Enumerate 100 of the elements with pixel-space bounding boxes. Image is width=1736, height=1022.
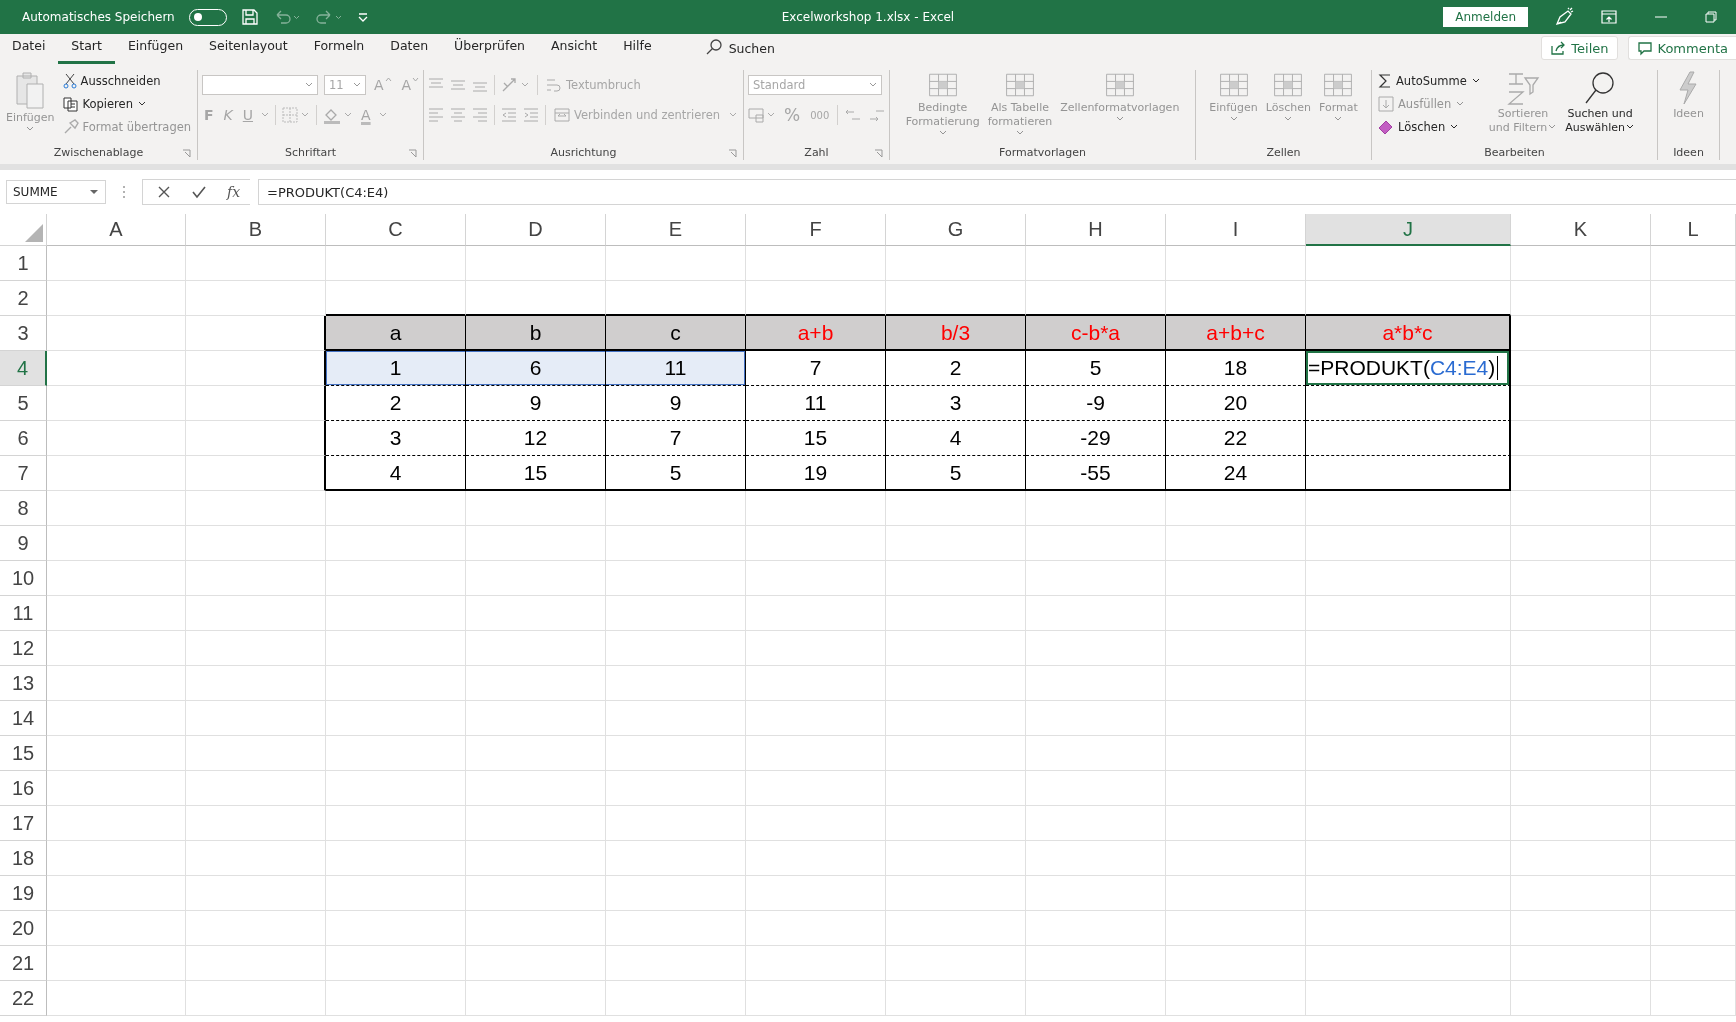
row-header[interactable]: 19 xyxy=(0,876,47,911)
column-header[interactable]: C xyxy=(326,214,466,246)
table-cell: 2 xyxy=(326,386,466,421)
row-header[interactable]: 18 xyxy=(0,841,47,876)
table-cell: 15 xyxy=(466,456,606,491)
table-cell: 5 xyxy=(1026,351,1166,386)
group-label: Formatvorlagen xyxy=(998,145,1086,159)
table-cell: -9 xyxy=(1026,386,1166,421)
ribbon-button[interactable]: Löschen xyxy=(1376,116,1483,137)
row-header[interactable]: 20 xyxy=(0,911,47,946)
row-header[interactable]: 5 xyxy=(0,386,47,421)
row-header[interactable]: 12 xyxy=(0,631,47,666)
row-header[interactable]: 10 xyxy=(0,561,47,596)
save-icon[interactable] xyxy=(240,8,259,26)
header-cell: b/3 xyxy=(886,316,1026,351)
caret-icon xyxy=(869,82,877,88)
row-header[interactable]: 14 xyxy=(0,701,47,736)
comment-icon xyxy=(1636,40,1653,56)
formula-field[interactable]: =PRODUKT(C4:E4) xyxy=(258,179,1736,205)
name-box[interactable]: SUMME xyxy=(6,180,106,204)
autosave-label: Automatisches Speichern xyxy=(22,10,175,24)
row-header[interactable]: 16 xyxy=(0,771,47,806)
group-label: Zwischenablage xyxy=(53,145,144,159)
caret-icon xyxy=(1229,116,1238,122)
check-icon[interactable] xyxy=(191,185,207,199)
cancel-icon[interactable] xyxy=(157,185,171,199)
column-header[interactable]: I xyxy=(1166,214,1306,246)
caret-icon xyxy=(353,82,361,88)
row-header[interactable]: 11 xyxy=(0,596,47,631)
row-header[interactable]: 4 xyxy=(0,351,47,386)
caret-icon xyxy=(305,82,313,88)
column-header[interactable]: G xyxy=(886,214,1026,246)
table-cell: 5 xyxy=(606,456,746,491)
caret-icon xyxy=(1284,116,1293,122)
column-header[interactable]: L xyxy=(1651,214,1736,246)
window-title: Excelworkshop 1.xlsx - Excel xyxy=(781,10,955,24)
ribbon-tab[interactable]: Hilfe xyxy=(610,36,665,64)
share-button[interactable]: Teilen xyxy=(1541,36,1618,60)
header-cell: a+b+c xyxy=(1166,316,1306,351)
ribbon-tab[interactable]: Ansicht xyxy=(538,36,611,64)
redo-icon[interactable] xyxy=(314,8,343,26)
row-header[interactable]: 7 xyxy=(0,456,47,491)
header-cell: b xyxy=(466,316,606,351)
group-label: Zellen xyxy=(1266,145,1301,159)
cut-button[interactable]: Ausschneiden xyxy=(60,70,194,91)
eraser-icon xyxy=(1378,118,1394,135)
editing-cell[interactable]: =PRODUKT(C4:E4) xyxy=(1306,351,1511,386)
row-header[interactable]: 6 xyxy=(0,421,47,456)
caret-icon xyxy=(136,99,147,108)
ribbon-button[interactable]: Suchen und Auswählen xyxy=(1563,70,1637,135)
row-header[interactable]: 1 xyxy=(0,246,47,281)
group-label: Schriftart xyxy=(284,145,337,159)
pen-icon[interactable] xyxy=(1554,7,1574,27)
group-label: Bearbeiten xyxy=(1484,145,1545,159)
table-cell: 2 xyxy=(886,351,1026,386)
scissors-icon xyxy=(62,72,77,89)
insert-function-button[interactable]: fx xyxy=(227,184,241,200)
column-header[interactable]: F xyxy=(746,214,886,246)
caret-icon xyxy=(1470,76,1481,85)
group-label: Ausrichtung xyxy=(550,145,617,159)
table-cell: 4 xyxy=(886,421,1026,456)
ribbon-display-icon[interactable] xyxy=(1600,9,1618,25)
ribbon-tab[interactable]: Daten xyxy=(377,36,442,64)
row-header[interactable]: 2 xyxy=(0,281,47,316)
more-options-icon[interactable] xyxy=(122,185,126,199)
column-header[interactable]: E xyxy=(606,214,746,246)
search-icon[interactable] xyxy=(704,38,723,56)
column-header[interactable]: J xyxy=(1306,214,1511,246)
down-caret-icon xyxy=(412,77,420,82)
column-header[interactable]: D xyxy=(466,214,606,246)
caret-icon xyxy=(1015,130,1024,136)
column-header[interactable]: K xyxy=(1511,214,1651,246)
row-header[interactable]: 9 xyxy=(0,526,47,561)
column-header[interactable]: B xyxy=(186,214,326,246)
row-header[interactable]: 22 xyxy=(0,981,47,1016)
ribbon-tab[interactable]: Formeln xyxy=(300,36,378,64)
column-header[interactable]: H xyxy=(1026,214,1166,246)
comments-button[interactable]: Kommenta xyxy=(1627,36,1736,60)
customize-toolbar-icon[interactable] xyxy=(356,11,369,23)
ribbon-tab[interactable]: Datei xyxy=(0,36,59,64)
row-header[interactable]: 8 xyxy=(0,491,47,526)
row-header[interactable]: 15 xyxy=(0,736,47,771)
ribbon-tab[interactable]: Überprüfen xyxy=(441,36,539,64)
ribbon-tab[interactable]: Einfügen xyxy=(114,36,197,64)
search-field[interactable]: Suchen xyxy=(728,41,775,64)
ribbon-tab[interactable]: Seitenlayout xyxy=(196,36,301,64)
row-header[interactable]: 13 xyxy=(0,666,47,701)
sign-in-button[interactable]: Anmelden xyxy=(1443,7,1528,27)
table-cell: 18 xyxy=(1166,351,1306,386)
select-all-button[interactable] xyxy=(0,214,47,246)
dialog-launcher-icon[interactable] xyxy=(182,149,191,158)
header-cell: c xyxy=(606,316,746,351)
ribbon-button[interactable]: AutoSumme xyxy=(1376,70,1483,91)
column-header[interactable]: A xyxy=(47,214,186,246)
row-header[interactable]: 21 xyxy=(0,946,47,981)
table-cell: 1 xyxy=(326,351,466,386)
row-header[interactable]: 17 xyxy=(0,806,47,841)
restore-icon[interactable] xyxy=(1704,10,1718,24)
table-cell: 24 xyxy=(1166,456,1306,491)
copy-button[interactable]: Kopieren xyxy=(60,93,194,114)
